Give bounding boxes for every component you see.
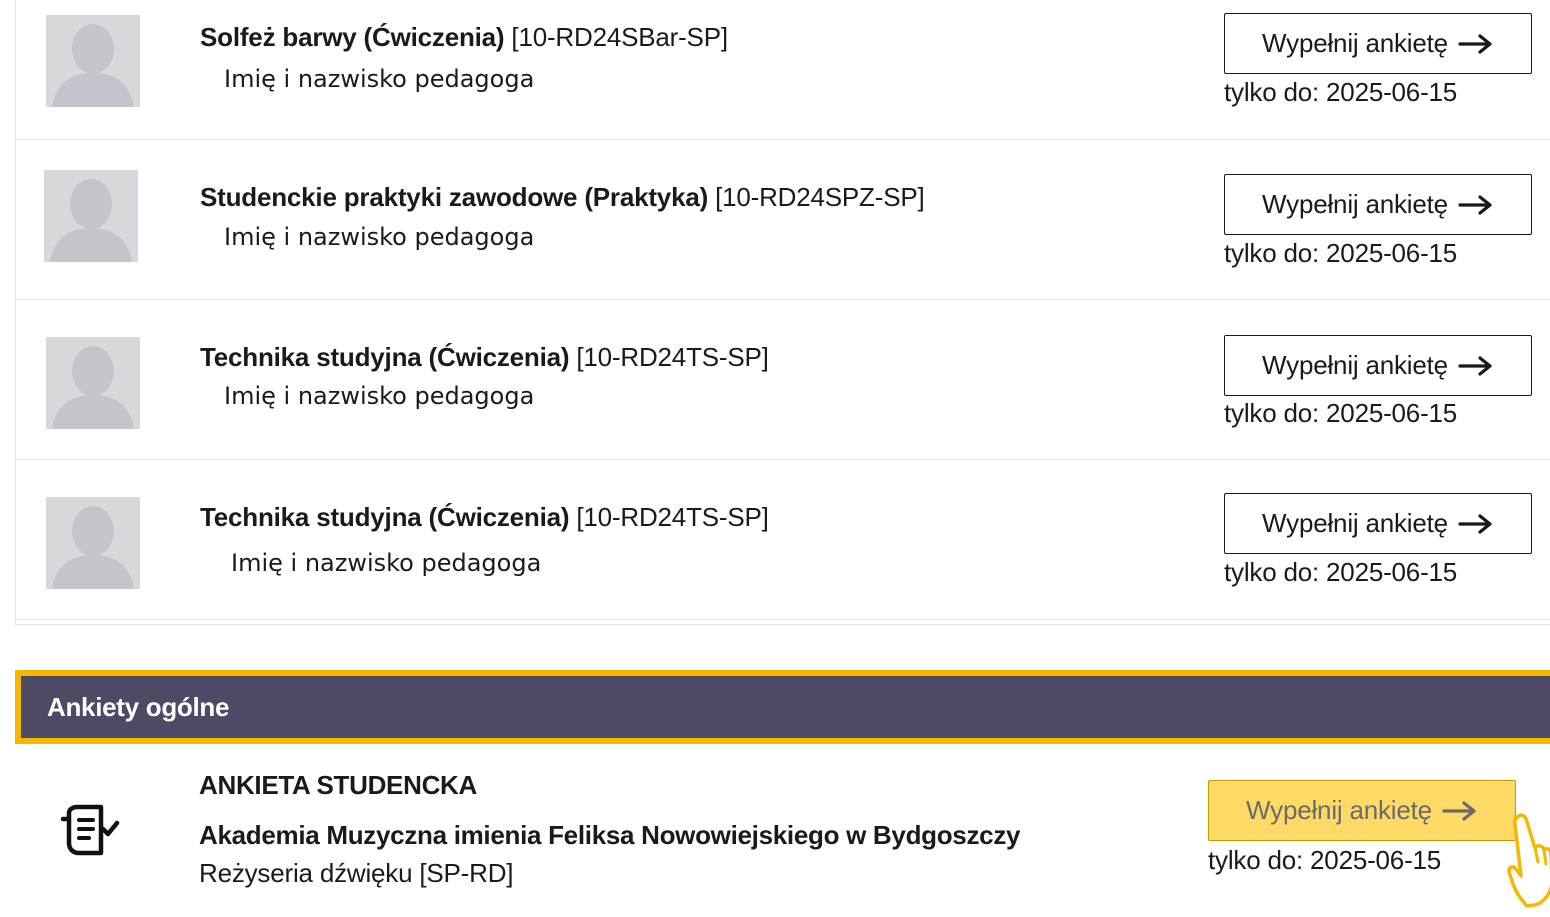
fill-survey-button-label: Wypełnij ankietę <box>1262 508 1448 538</box>
survey-organization: Akademia Muzyczna imienia Feliksa Nowowi… <box>199 820 1021 850</box>
course-title[interactable]: Technika studyjna (Ćwiczenia) [10-RD24TS… <box>200 502 769 533</box>
course-row: Studenckie praktyki zawodowe (Praktyka) … <box>16 140 1550 300</box>
arrow-right-icon <box>1458 355 1492 376</box>
course-name: Solfeż barwy (Ćwiczenia) <box>200 22 505 52</box>
pointer-hand-icon <box>1507 813 1550 908</box>
fill-survey-button[interactable]: Wypełnij ankietę <box>1224 13 1532 74</box>
course-title[interactable]: Studenckie praktyki zawodowe (Praktyka) … <box>200 182 925 213</box>
survey-list-page: Solfeż barwy (Ćwiczenia) [10-RD24SBar-SP… <box>0 0 1550 917</box>
teacher-name: Imię i nazwisko pedagoga <box>224 382 535 410</box>
teacher-avatar-placeholder-icon <box>46 15 140 107</box>
arrow-right-icon <box>1458 33 1492 54</box>
course-title[interactable]: Solfeż barwy (Ćwiczenia) [10-RD24SBar-SP… <box>200 22 728 53</box>
arrow-right-icon <box>1458 194 1492 215</box>
course-code: [10-RD24SBar-SP] <box>511 22 728 52</box>
course-code: [10-RD24TS-SP] <box>576 502 769 532</box>
arrow-right-icon <box>1442 800 1476 821</box>
course-row: Technika studyjna (Ćwiczenia) [10-RD24TS… <box>16 300 1550 460</box>
deadline-text: tylko do: 2025-06-15 <box>1224 77 1458 107</box>
course-name: Technika studyjna (Ćwiczenia) <box>200 342 570 372</box>
survey-program: Reżyseria dźwięku [SP-RD] <box>199 858 514 888</box>
survey-title: ANKIETA STUDENCKA <box>199 770 478 800</box>
fill-survey-button-label: Wypełnij ankietę <box>1262 28 1448 58</box>
course-name: Studenckie praktyki zawodowe (Praktyka) <box>200 182 709 212</box>
course-row: Technika studyjna (Ćwiczenia) [10-RD24TS… <box>16 460 1550 620</box>
section-header-general-surveys: Ankiety ogólne <box>15 670 1550 744</box>
teacher-name: Imię i nazwisko pedagoga <box>231 549 542 577</box>
fill-survey-button[interactable]: Wypełnij ankietę <box>1224 174 1532 235</box>
deadline-text: tylko do: 2025-06-15 <box>1224 398 1458 428</box>
section-title: Ankiety ogólne <box>47 691 230 722</box>
fill-survey-button[interactable]: Wypełnij ankietę <box>1224 493 1532 554</box>
arrow-right-icon <box>1458 513 1492 534</box>
teacher-avatar-placeholder-icon <box>46 497 140 589</box>
teacher-avatar-placeholder-icon <box>44 170 138 262</box>
fill-survey-button[interactable]: Wypełnij ankietę <box>1224 335 1532 396</box>
course-title[interactable]: Technika studyjna (Ćwiczenia) [10-RD24TS… <box>200 342 769 373</box>
course-survey-list: Solfeż barwy (Ćwiczenia) [10-RD24SBar-SP… <box>15 0 1550 625</box>
fill-survey-button-label: Wypełnij ankietę <box>1262 189 1448 219</box>
course-code: [10-RD24TS-SP] <box>576 342 769 372</box>
deadline-text: tylko do: 2025-06-15 <box>1224 557 1458 587</box>
teacher-avatar-placeholder-icon <box>46 337 140 429</box>
deadline-text: tylko do: 2025-06-15 <box>1224 238 1458 268</box>
teacher-name: Imię i nazwisko pedagoga <box>224 65 535 93</box>
fill-survey-button-label: Wypełnij ankietę <box>1246 795 1432 825</box>
fill-survey-button-label: Wypełnij ankietę <box>1262 350 1448 380</box>
course-name: Technika studyjna (Ćwiczenia) <box>200 502 570 532</box>
course-code: [10-RD24SPZ-SP] <box>715 182 925 212</box>
course-row: Solfeż barwy (Ćwiczenia) [10-RD24SBar-SP… <box>16 0 1550 140</box>
fill-general-survey-button[interactable]: Wypełnij ankietę <box>1208 780 1516 841</box>
deadline-text: tylko do: 2025-06-15 <box>1208 845 1442 875</box>
survey-form-icon <box>60 804 120 856</box>
teacher-name: Imię i nazwisko pedagoga <box>224 223 535 251</box>
